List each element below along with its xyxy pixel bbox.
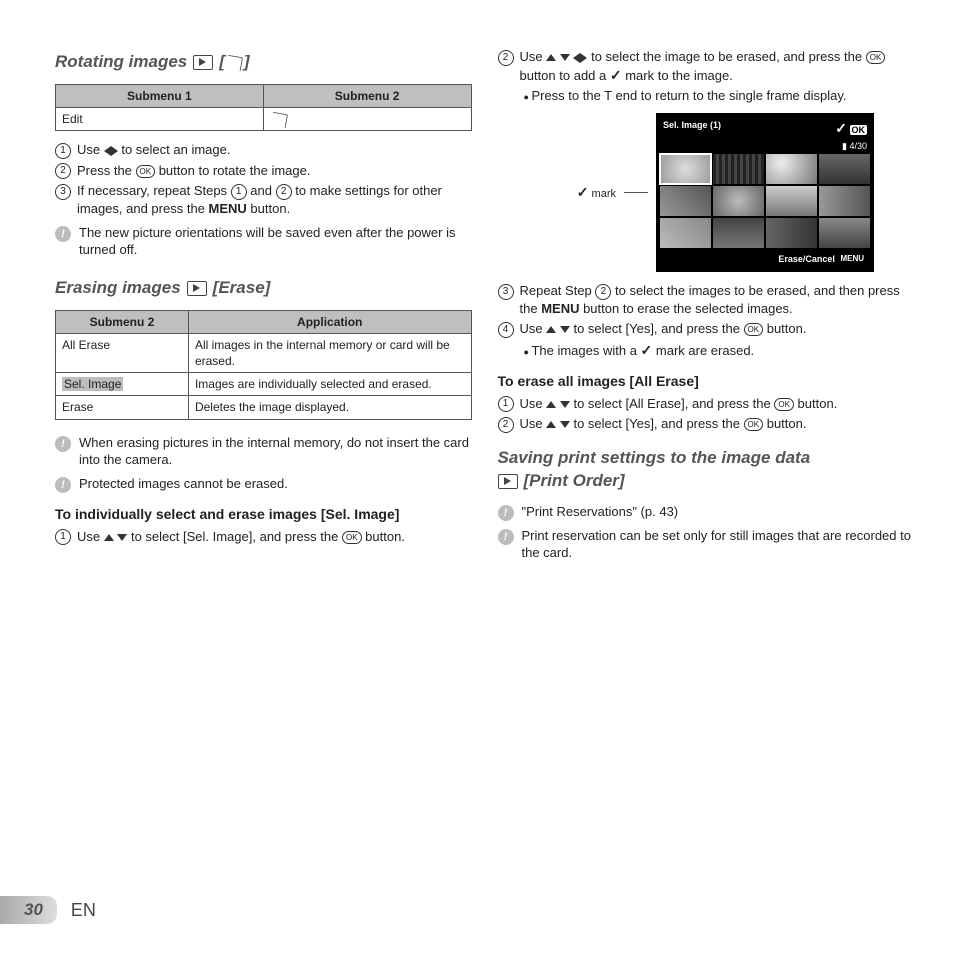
language-label: EN xyxy=(71,900,96,921)
section-title-print: Saving print settings to the image data … xyxy=(498,447,915,493)
caution-icon: ! xyxy=(55,226,71,242)
left-arrow-icon xyxy=(573,53,580,63)
sel-image-step-1: 1 Use to select [Sel. Image], and press … xyxy=(55,528,472,546)
step-num-2: 2 xyxy=(55,163,71,179)
text: Rotating images xyxy=(55,51,187,74)
erasing-note-1: ! When erasing pictures in the internal … xyxy=(55,434,472,469)
ok-icon: OK xyxy=(744,418,764,431)
ok-icon: OK xyxy=(774,398,794,411)
play-icon xyxy=(498,474,518,489)
section-title-erasing: Erasing images [Erase] xyxy=(55,277,472,300)
all-erase-step-2: 2 Use to select [Yes], and press the OK … xyxy=(498,415,915,433)
step-num-1: 1 xyxy=(498,396,514,412)
rotating-step-2: 2 Press the OK button to rotate the imag… xyxy=(55,162,472,180)
sel-image-heading: To individually select and erase images … xyxy=(55,505,472,524)
bracket-open: [ xyxy=(219,52,225,71)
caution-icon: ! xyxy=(55,436,71,452)
print-note-2: ! Print reservation can be set only for … xyxy=(498,527,915,562)
up-arrow-icon xyxy=(546,326,556,333)
all-erase-heading: To erase all images [All Erase] xyxy=(498,372,915,391)
up-arrow-icon xyxy=(546,54,556,61)
rotate-icon xyxy=(226,54,243,70)
rotating-step-1: 1 Use to select an image. xyxy=(55,141,472,159)
rotating-note: ! The new picture orientations will be s… xyxy=(55,224,472,259)
td-rotate-icon xyxy=(263,108,471,131)
step-num-2: 2 xyxy=(498,417,514,433)
ok-icon: OK xyxy=(744,323,764,336)
caution-icon: ! xyxy=(55,477,71,493)
all-erase-step-1: 1 Use to select [All Erase], and press t… xyxy=(498,395,915,413)
play-icon xyxy=(193,55,213,70)
page-number: 30 xyxy=(0,896,57,924)
step-num-2: 2 xyxy=(498,50,514,66)
sel-image-step-4: 4 Use to select [Yes], and press the OK … xyxy=(498,320,915,338)
up-arrow-icon xyxy=(546,401,556,408)
section-title-rotating: Rotating images [] xyxy=(55,51,472,74)
bullet-single-frame: Press to the T end to return to the sing… xyxy=(524,87,915,105)
th-submenu2: Submenu 2 xyxy=(263,84,471,107)
check-icon: ✓ xyxy=(610,67,622,83)
erasing-note-2: ! Protected images cannot be erased. xyxy=(55,475,472,493)
up-arrow-icon xyxy=(104,534,114,541)
rotating-table: Submenu 1 Submenu 2 Edit xyxy=(55,84,472,131)
step-num-1: 1 xyxy=(55,529,71,545)
step-num-1: 1 xyxy=(55,143,71,159)
down-arrow-icon xyxy=(560,401,570,408)
play-icon xyxy=(187,281,207,296)
right-arrow-icon xyxy=(111,146,118,156)
caution-icon: ! xyxy=(498,505,514,521)
print-note-1: ! "Print Reservations" (p. 43) xyxy=(498,503,915,521)
menu-icon: MENU xyxy=(837,254,867,265)
bracket-close: ] xyxy=(244,52,250,71)
sel-image-step-2: 2 Use to select the image to be erased, … xyxy=(498,48,915,84)
ok-icon: OK xyxy=(866,51,886,64)
erasing-table: Submenu 2 Application All Erase All imag… xyxy=(55,310,472,420)
down-arrow-icon xyxy=(560,421,570,428)
caution-icon: ! xyxy=(498,529,514,545)
up-arrow-icon xyxy=(546,421,556,428)
th-submenu1: Submenu 1 xyxy=(56,84,264,107)
sel-image-step-3: 3 Repeat Step 2 to select the images to … xyxy=(498,282,915,317)
camera-illustration: ✓ mark Sel. Image (1) ✓ OK ▮ 4/30 Erase/… xyxy=(498,113,875,272)
rotating-step-3: 3 If necessary, repeat Steps 1 and 2 to … xyxy=(55,182,472,217)
down-arrow-icon xyxy=(560,54,570,61)
card-icon: ▮ xyxy=(842,141,847,151)
step-num-4: 4 xyxy=(498,322,514,338)
step-num-3: 3 xyxy=(498,284,514,300)
td-edit: Edit xyxy=(56,108,264,131)
bullet-check-erased: The images with a ✓ mark are erased. xyxy=(524,341,915,360)
page-footer: 30 EN xyxy=(0,896,96,924)
down-arrow-icon xyxy=(117,534,127,541)
left-arrow-icon xyxy=(104,146,111,156)
rotate-icon xyxy=(271,112,288,128)
ok-icon: OK xyxy=(342,531,362,544)
check-icon: ✓ xyxy=(641,342,653,358)
check-icon: ✓ xyxy=(577,184,589,200)
step-num-3: 3 xyxy=(55,184,71,200)
down-arrow-icon xyxy=(560,326,570,333)
ok-icon: OK xyxy=(136,165,156,178)
